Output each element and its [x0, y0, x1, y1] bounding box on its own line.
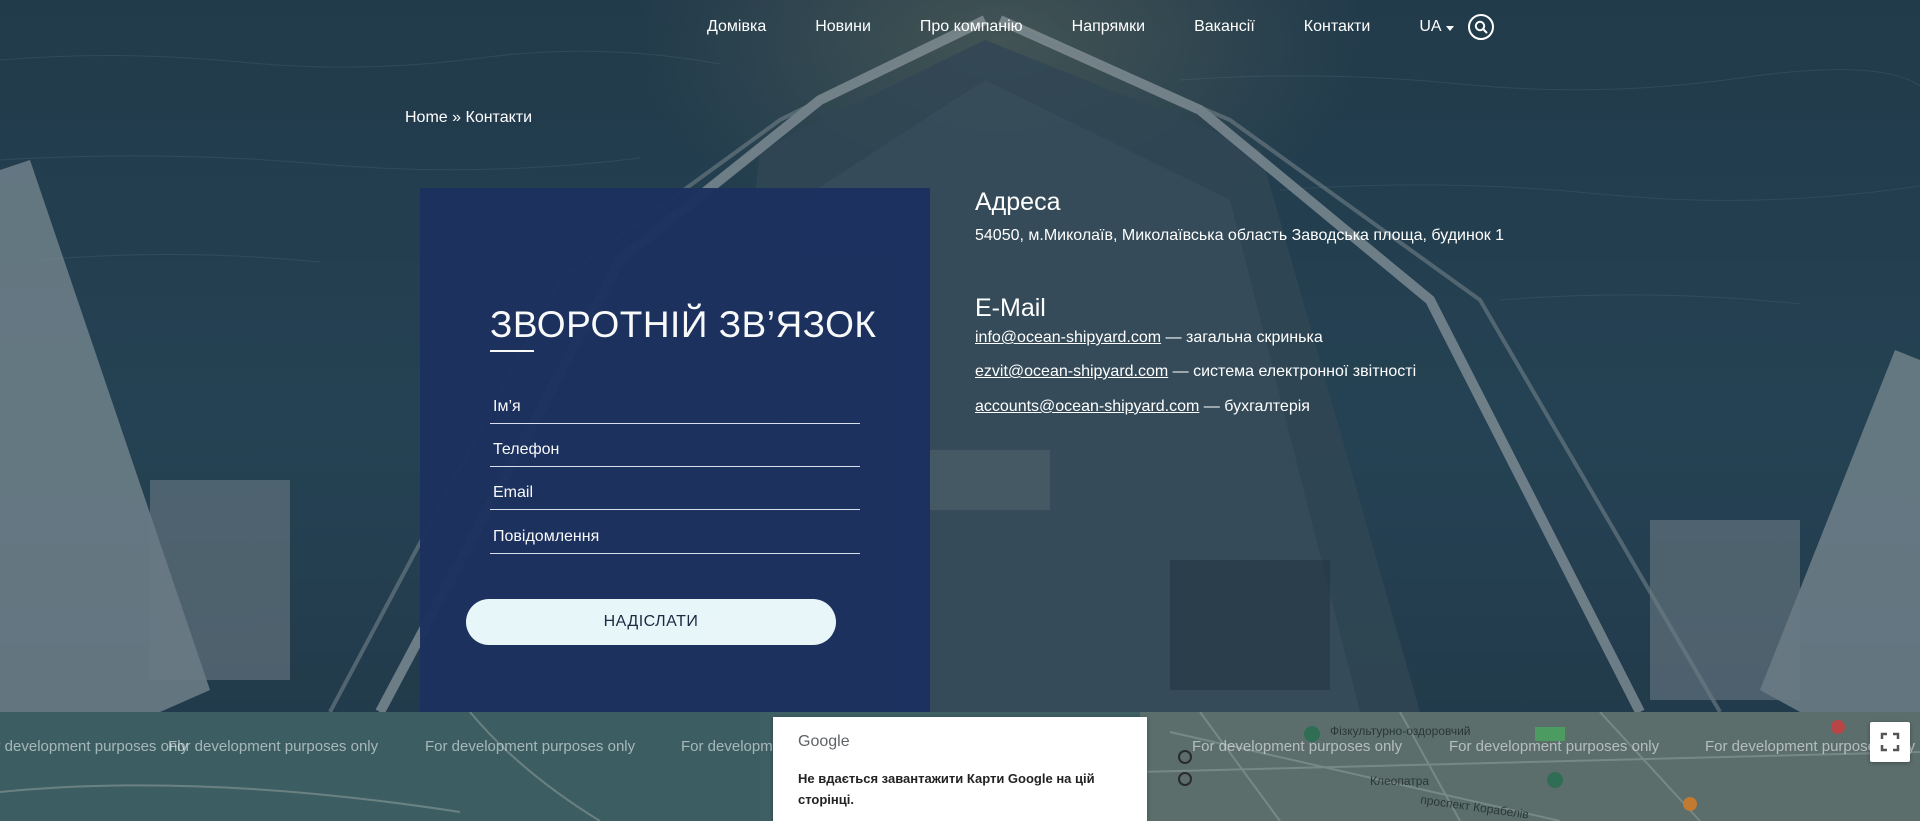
contact-form-card: ЗВОРОТНІЙ ЗВ’ЯЗОК НАДІСЛАТИ — [420, 188, 930, 712]
email-desc: — система електронної звітності — [1168, 363, 1417, 380]
map-poi-label: Клеопатра — [1370, 774, 1430, 788]
map-embed[interactable]: Фізкультурно-оздоровчий Клеопатра проспе… — [0, 712, 1920, 821]
nav-item-directions[interactable]: Напрямки — [1072, 18, 1145, 36]
breadcrumb-home-link[interactable]: Home — [405, 109, 448, 126]
nav-item-contacts[interactable]: Контакти — [1304, 18, 1371, 36]
hero-background — [0, 0, 1920, 712]
map-fullscreen-button[interactable] — [1870, 722, 1910, 762]
name-input[interactable] — [490, 384, 860, 423]
language-dropdown[interactable]: UA — [1419, 18, 1454, 36]
email-line: info@ocean-shipyard.com — загальна скрин… — [975, 329, 1323, 347]
main-nav: Домівка Новини Про компанію Напрямки Вак… — [707, 14, 1494, 40]
map-poi-label: Фізкультурно-оздоровчий — [1330, 724, 1471, 738]
form-title: ЗВОРОТНІЙ ЗВ’ЯЗОК — [490, 304, 877, 345]
email-link-info[interactable]: info@ocean-shipyard.com — [975, 329, 1161, 346]
map-watermark: For development purposes only — [168, 738, 379, 755]
breadcrumb-separator: » — [452, 109, 462, 126]
breadcrumb-current: Контакти — [465, 109, 533, 126]
email-desc: — бухгалтерія — [1199, 398, 1310, 415]
nav-item-vacancies[interactable]: Вакансії — [1194, 18, 1255, 36]
email-link-ezvit[interactable]: ezvit@ocean-shipyard.com — [975, 363, 1168, 380]
hero-overlay — [0, 0, 1920, 712]
nav-item-about[interactable]: Про компанію — [920, 18, 1023, 36]
google-logo: Google — [798, 733, 850, 750]
email-line: ezvit@ocean-shipyard.com — система елект… — [975, 363, 1416, 381]
message-field-wrap — [490, 514, 860, 554]
nav-item-home[interactable]: Домівка — [707, 18, 766, 36]
email-input[interactable] — [490, 470, 860, 509]
nav-item-news[interactable]: Новини — [815, 18, 871, 36]
email-link-accounts[interactable]: accounts@ocean-shipyard.com — [975, 398, 1199, 415]
address-block: Адреса 54050, м.Миколаїв, Миколаївська о… — [975, 188, 1504, 245]
email-field-wrap — [490, 470, 860, 510]
phone-field-wrap — [490, 427, 860, 467]
address-heading: Адреса — [975, 188, 1061, 216]
email-line: accounts@ocean-shipyard.com — бухгалтері… — [975, 398, 1310, 416]
map-watermark: For development purposes only — [1449, 738, 1660, 755]
language-label: UA — [1419, 18, 1442, 35]
phone-input[interactable] — [490, 427, 860, 466]
title-underline — [490, 350, 534, 352]
search-button[interactable] — [1467, 14, 1494, 40]
search-icon — [1474, 20, 1488, 34]
submit-button[interactable]: НАДІСЛАТИ — [466, 599, 836, 645]
map-watermark: For development purposes only — [425, 738, 636, 755]
message-input[interactable] — [490, 514, 860, 553]
map-error-dialog: Google Не вдається завантажити Карти Goo… — [773, 717, 1147, 821]
email-heading: E-Mail — [975, 294, 1046, 322]
map-watermark: For development purposes only — [1192, 738, 1403, 755]
name-field-wrap — [490, 384, 860, 424]
address-text: 54050, м.Миколаїв, Миколаївська область … — [975, 227, 1505, 244]
map-watermark: For development purposes only — [0, 738, 189, 755]
caret-down-icon — [1445, 25, 1454, 31]
breadcrumb: Home » Контакти — [405, 109, 532, 127]
fullscreen-icon — [1880, 732, 1900, 752]
email-desc: — загальна скринька — [1161, 329, 1323, 346]
map-error-text: Не вдається завантажити Карти Google на … — [798, 771, 1095, 807]
